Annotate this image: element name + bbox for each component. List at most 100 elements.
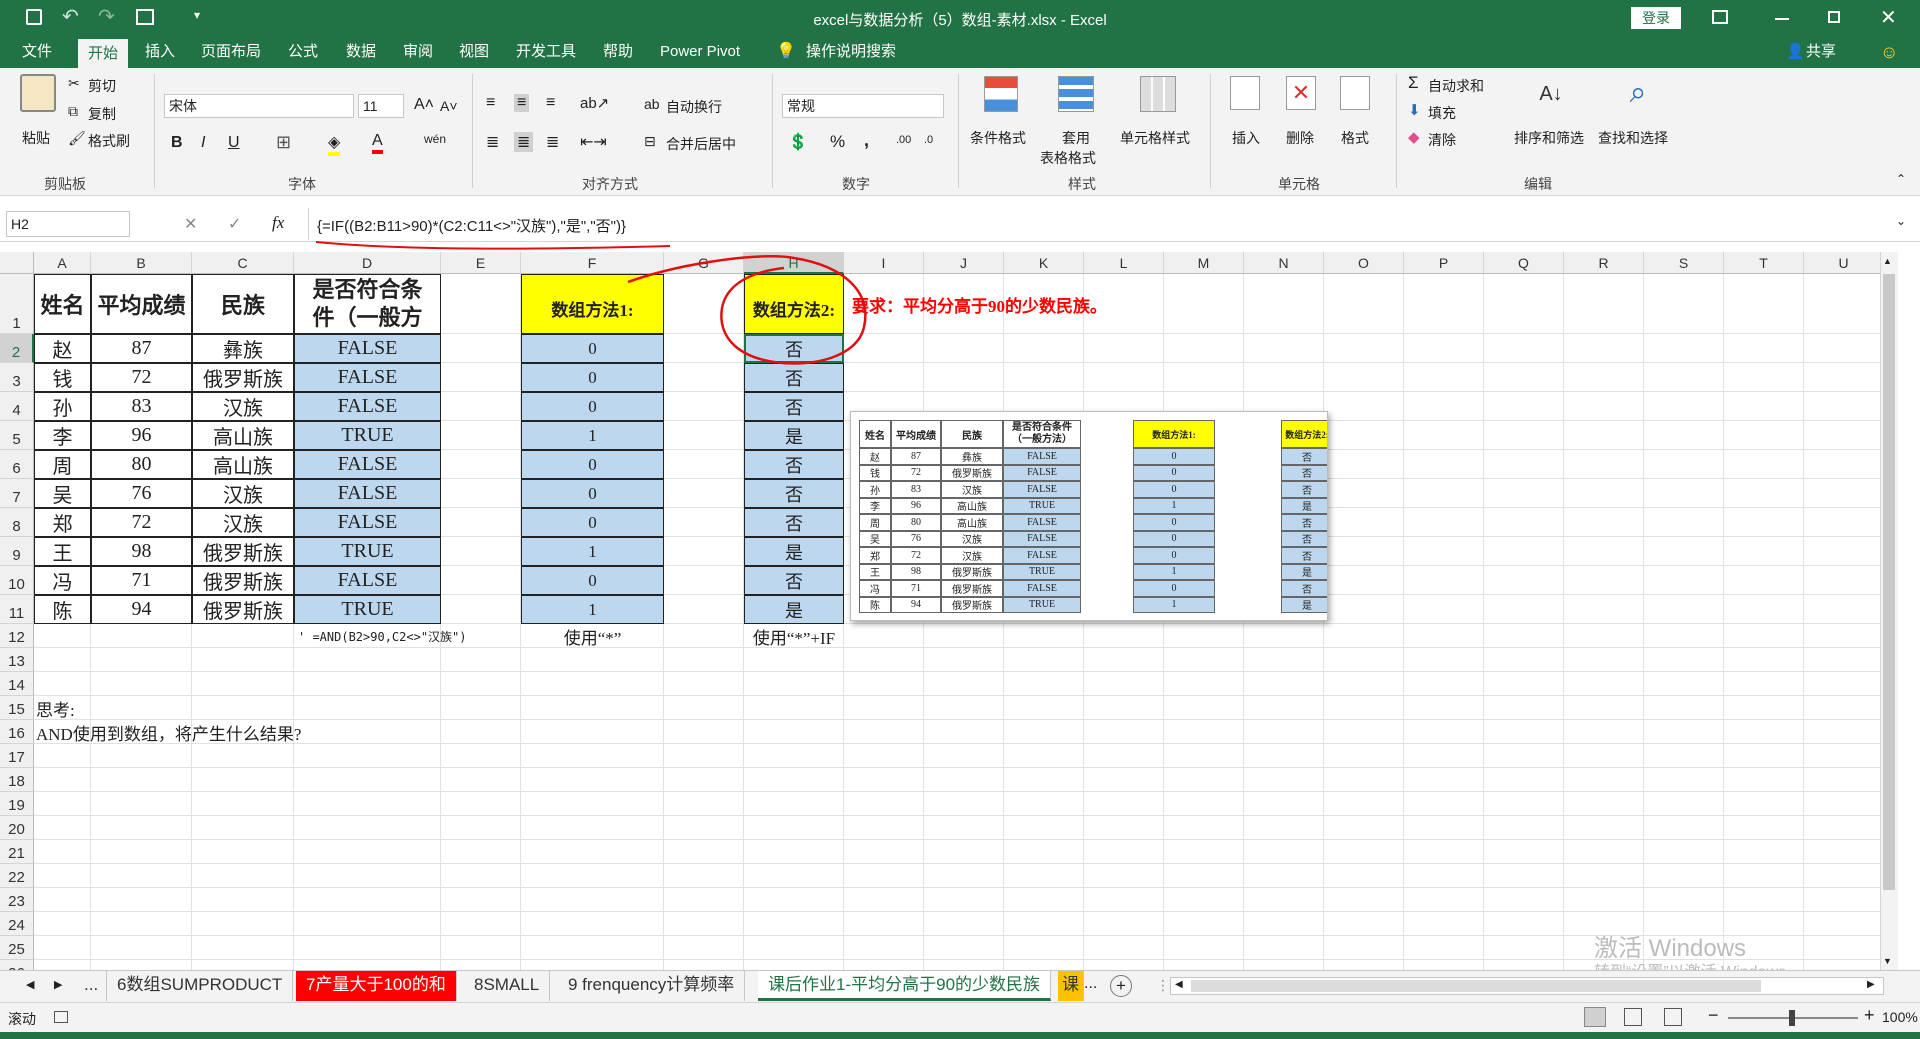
- tab-insert[interactable]: 插入: [145, 36, 175, 68]
- find-select-button[interactable]: 查找和选择: [1598, 128, 1668, 148]
- phonetic-icon[interactable]: wén: [424, 132, 446, 146]
- fill-button[interactable]: 填充: [1428, 103, 1456, 123]
- format-cells-icon[interactable]: [1340, 76, 1370, 110]
- row-header[interactable]: 3: [0, 363, 34, 392]
- tab-file[interactable]: 文件: [22, 36, 52, 68]
- sheet-tab-active[interactable]: 课后作业1-平均分高于90的少数民族: [758, 971, 1052, 1001]
- cut-button[interactable]: 剪切: [88, 76, 116, 96]
- conditional-format-icon[interactable]: [984, 76, 1018, 112]
- column-header[interactable]: E: [441, 252, 521, 274]
- tab-home[interactable]: 开始: [78, 36, 129, 68]
- format-cells-button[interactable]: 格式: [1341, 128, 1369, 148]
- embedded-table-image[interactable]: 姓名 平均成绩 民族 是否符合条件 （一般方法） 数组方法1: 数组方法2: 赵 87 彝族 FAL…: [850, 411, 1328, 621]
- zoom-slider[interactable]: [1728, 1010, 1858, 1026]
- column-header[interactable]: B: [91, 252, 192, 274]
- grow-font-icon[interactable]: A˄: [414, 96, 434, 114]
- prev-sheet-icon[interactable]: ◀: [26, 978, 34, 991]
- worksheet-grid[interactable]: A B C D E F G H I J K L M N O P Q R S T U 1 2 3 4 5 6 7 8 9 10 11 12 13 14…: [0, 252, 1898, 970]
- column-header[interactable]: T: [1724, 252, 1804, 274]
- row-header[interactable]: 14: [0, 672, 34, 696]
- scroll-up-icon[interactable]: ▲: [1883, 256, 1892, 266]
- sort-filter-button[interactable]: 排序和筛选: [1514, 128, 1584, 148]
- row-header[interactable]: 12: [0, 624, 34, 648]
- number-format-select[interactable]: 常规: [782, 94, 944, 118]
- horizontal-scrollbar[interactable]: ◀ ▶: [1170, 977, 1884, 995]
- format-painter-button[interactable]: 格式刷: [88, 131, 130, 151]
- align-bottom-icon[interactable]: ≡: [546, 94, 555, 112]
- column-header[interactable]: L: [1084, 252, 1164, 274]
- smiley-icon[interactable]: ☺: [1880, 36, 1898, 68]
- row-header[interactable]: 4: [0, 392, 34, 421]
- close-icon[interactable]: ✕: [1880, 5, 1897, 30]
- horizontal-scroll-thumb[interactable]: [1191, 980, 1761, 992]
- column-header[interactable]: Q: [1484, 252, 1564, 274]
- delete-cells-button[interactable]: 删除: [1286, 128, 1314, 148]
- next-sheet-icon[interactable]: ▶: [54, 978, 62, 991]
- row-header[interactable]: 23: [0, 888, 34, 912]
- scroll-down-icon[interactable]: ▼: [1883, 956, 1892, 966]
- row-header[interactable]: 17: [0, 744, 34, 768]
- orientation-icon[interactable]: ab↗: [580, 94, 609, 112]
- column-header[interactable]: A: [34, 252, 91, 274]
- merge-center-button[interactable]: 合并后居中: [666, 134, 736, 154]
- zoom-out-icon[interactable]: −: [1708, 1005, 1719, 1026]
- sort-filter-icon[interactable]: A↓: [1534, 76, 1568, 112]
- wrap-text-button[interactable]: 自动换行: [666, 97, 722, 117]
- row-header[interactable]: 21: [0, 840, 34, 864]
- paste-icon[interactable]: [20, 74, 56, 112]
- page-layout-view-icon[interactable]: [1624, 1008, 1642, 1026]
- border-icon[interactable]: ⊞: [276, 132, 291, 153]
- italic-button[interactable]: I: [201, 134, 205, 152]
- align-center-icon[interactable]: ≣: [514, 132, 534, 152]
- conditional-format-button[interactable]: 条件格式: [970, 128, 1026, 148]
- format-as-table-icon[interactable]: [1058, 76, 1094, 112]
- format-as-table-button[interactable]: 套用: [1062, 128, 1090, 148]
- zoom-level[interactable]: 100%: [1882, 1009, 1918, 1025]
- row-header[interactable]: 11: [0, 595, 34, 624]
- cancel-icon[interactable]: ✕: [184, 214, 197, 234]
- sheet-tab-9[interactable]: 9 frenquency计算频率: [558, 971, 746, 1001]
- row-header[interactable]: 18: [0, 768, 34, 792]
- tab-page-layout[interactable]: 页面布局: [201, 36, 261, 68]
- vertical-scroll-thumb[interactable]: [1883, 274, 1895, 890]
- collapse-ribbon-icon[interactable]: ⌃: [1896, 172, 1906, 186]
- autosum-button[interactable]: 自动求和: [1428, 76, 1484, 96]
- row-header[interactable]: 19: [0, 792, 34, 816]
- column-header[interactable]: R: [1564, 252, 1644, 274]
- scroll-right-icon[interactable]: ▶: [1867, 979, 1875, 990]
- font-color-icon[interactable]: A: [372, 132, 383, 154]
- font-name-select[interactable]: 宋体: [164, 94, 354, 118]
- row-header[interactable]: 7: [0, 479, 34, 508]
- font-size-select[interactable]: 11: [358, 94, 404, 118]
- currency-icon[interactable]: 💲: [788, 132, 808, 152]
- column-header[interactable]: N: [1244, 252, 1324, 274]
- comma-button[interactable]: ,: [864, 130, 869, 151]
- sheet-tab-6[interactable]: 6数组SUMPRODUCT: [106, 971, 294, 1001]
- row-header[interactable]: 24: [0, 912, 34, 936]
- ribbon-display-icon[interactable]: [1712, 10, 1728, 24]
- select-all-corner[interactable]: [0, 252, 34, 274]
- expand-formula-icon[interactable]: ⌄: [1896, 214, 1906, 228]
- row-header[interactable]: 25: [0, 936, 34, 960]
- column-header[interactable]: F: [521, 252, 664, 274]
- tab-view[interactable]: 视图: [459, 36, 489, 68]
- column-header[interactable]: P: [1404, 252, 1484, 274]
- tab-split-handle[interactable]: ⋮: [1156, 977, 1170, 994]
- name-box[interactable]: H2: [6, 211, 130, 237]
- minimize-icon[interactable]: [1775, 18, 1789, 20]
- shrink-font-icon[interactable]: A˅: [440, 98, 458, 114]
- row-header[interactable]: 5: [0, 421, 34, 450]
- tab-power-pivot[interactable]: Power Pivot: [660, 36, 740, 68]
- indent-icon[interactable]: ⇤⇥: [580, 132, 607, 152]
- cell-styles-icon[interactable]: [1140, 76, 1176, 112]
- find-select-icon[interactable]: ⌕: [1620, 74, 1656, 112]
- row-header[interactable]: 10: [0, 566, 34, 595]
- sheet-tab-next[interactable]: 课: [1058, 971, 1084, 1001]
- column-header[interactable]: K: [1004, 252, 1084, 274]
- tab-formulas[interactable]: 公式: [288, 36, 318, 68]
- column-header[interactable]: U: [1804, 252, 1884, 274]
- tab-help[interactable]: 帮助: [603, 36, 633, 68]
- zoom-in-icon[interactable]: +: [1864, 1005, 1875, 1026]
- underline-button[interactable]: U: [228, 134, 240, 152]
- clear-button[interactable]: 清除: [1428, 130, 1456, 150]
